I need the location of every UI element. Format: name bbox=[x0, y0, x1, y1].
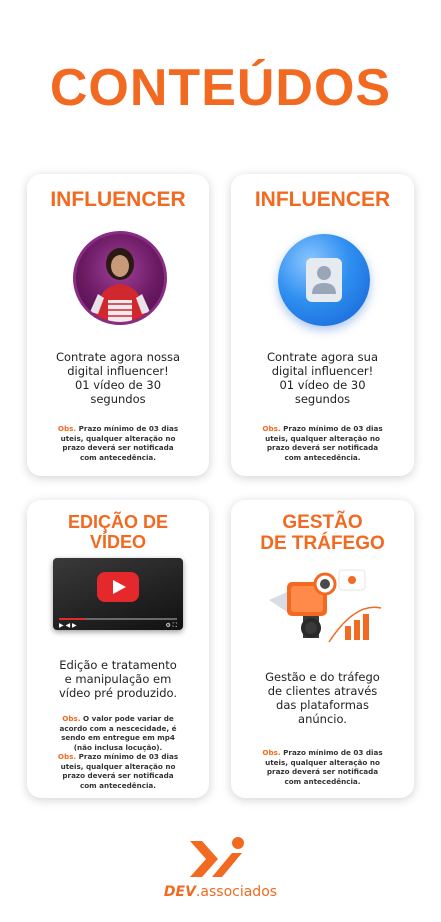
card-traffic-management[interactable]: GESTÃO DE TRÁFEGO Gestão e do tráfego de… bbox=[231, 500, 414, 798]
card-description: Contrate agora nossa digital influencer!… bbox=[55, 350, 181, 406]
brand-name: DEV.associados bbox=[163, 884, 278, 900]
card-video-editing[interactable]: EDIÇÃO DE VÍDEO ▶ ◀ ▶ ⚙ ⛶ Edição e trata… bbox=[27, 500, 209, 798]
video-thumbnail: ▶ ◀ ▶ ⚙ ⛶ bbox=[53, 558, 183, 630]
card-title: INFLUENCER bbox=[50, 188, 186, 211]
card-obs: Obs. O valor pode variar de acordo com a… bbox=[57, 714, 179, 790]
card-description: Gestão e do tráfego de clientes através … bbox=[265, 670, 380, 726]
card-description: Contrate agora sua digital influencer! 0… bbox=[266, 350, 379, 406]
brand-logo-icon bbox=[190, 837, 244, 877]
person-photo-icon bbox=[90, 248, 150, 322]
card-title: INFLUENCER bbox=[254, 188, 391, 211]
fullscreen-icon: ⚙ ⛶ bbox=[165, 622, 178, 629]
card-title: EDIÇÃO DE VÍDEO bbox=[67, 512, 168, 552]
play-control-icon: ▶ ◀ ▶ bbox=[59, 622, 77, 629]
card-obs: Obs. Prazo mínimo de 03 dias uteis, qual… bbox=[262, 424, 383, 462]
page-title: CONTEÚDOS bbox=[49, 59, 392, 117]
card-title: GESTÃO DE TRÁFEGO bbox=[260, 512, 385, 554]
card-obs: Obs. Prazo mínimo de 03 dias uteis, qual… bbox=[262, 748, 383, 786]
traffic-illustration-icon bbox=[269, 569, 382, 643]
influencer-photo bbox=[73, 231, 167, 325]
card-description: Edição e tratamento e manipulação em víd… bbox=[59, 658, 177, 700]
card-obs: Obs. Prazo mínimo de 03 dias uteis, qual… bbox=[57, 424, 179, 462]
card-influencer-1[interactable]: INFLUENCER Contrate agora nossa digital … bbox=[27, 174, 209, 476]
video-progress bbox=[59, 618, 177, 620]
user-icon bbox=[306, 258, 342, 302]
play-icon bbox=[97, 572, 139, 602]
user-avatar-icon bbox=[278, 234, 370, 326]
card-influencer-2[interactable]: INFLUENCER Contrate agora sua digital in… bbox=[231, 174, 414, 476]
